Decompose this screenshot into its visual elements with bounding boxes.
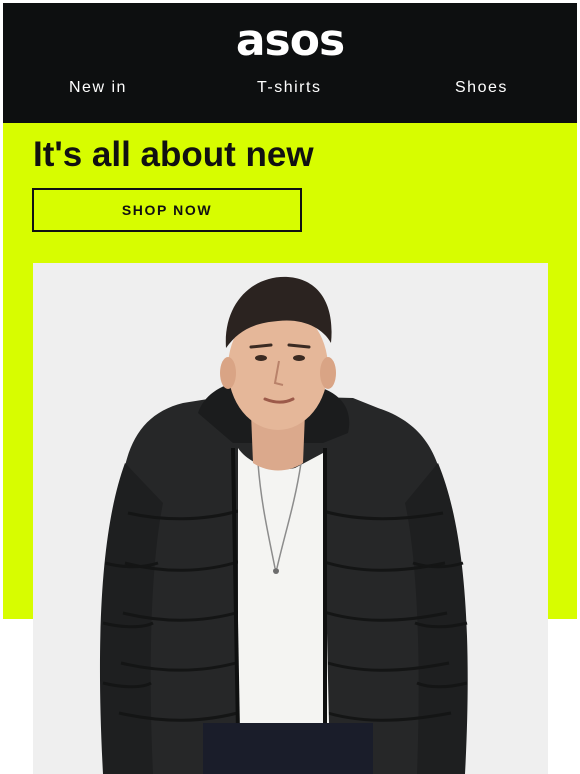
header-bar: asos New in T-shirts Shoes bbox=[3, 3, 577, 123]
nav-item-t-shirts[interactable]: T-shirts bbox=[257, 77, 321, 99]
man-in-puffer-jacket-image bbox=[33, 263, 548, 774]
shop-now-button[interactable]: SHOP NOW bbox=[32, 188, 302, 232]
email-frame: asos New in T-shirts Shoes It's all abou… bbox=[0, 0, 580, 774]
asos-logo[interactable]: asos bbox=[3, 15, 577, 67]
hero-headline: It's all about new bbox=[33, 135, 314, 174]
nav-item-new-in[interactable]: New in bbox=[69, 77, 127, 99]
product-photo[interactable] bbox=[33, 263, 548, 774]
nav-item-shoes[interactable]: Shoes bbox=[455, 77, 508, 99]
top-nav: New in T-shirts Shoes bbox=[3, 77, 577, 99]
